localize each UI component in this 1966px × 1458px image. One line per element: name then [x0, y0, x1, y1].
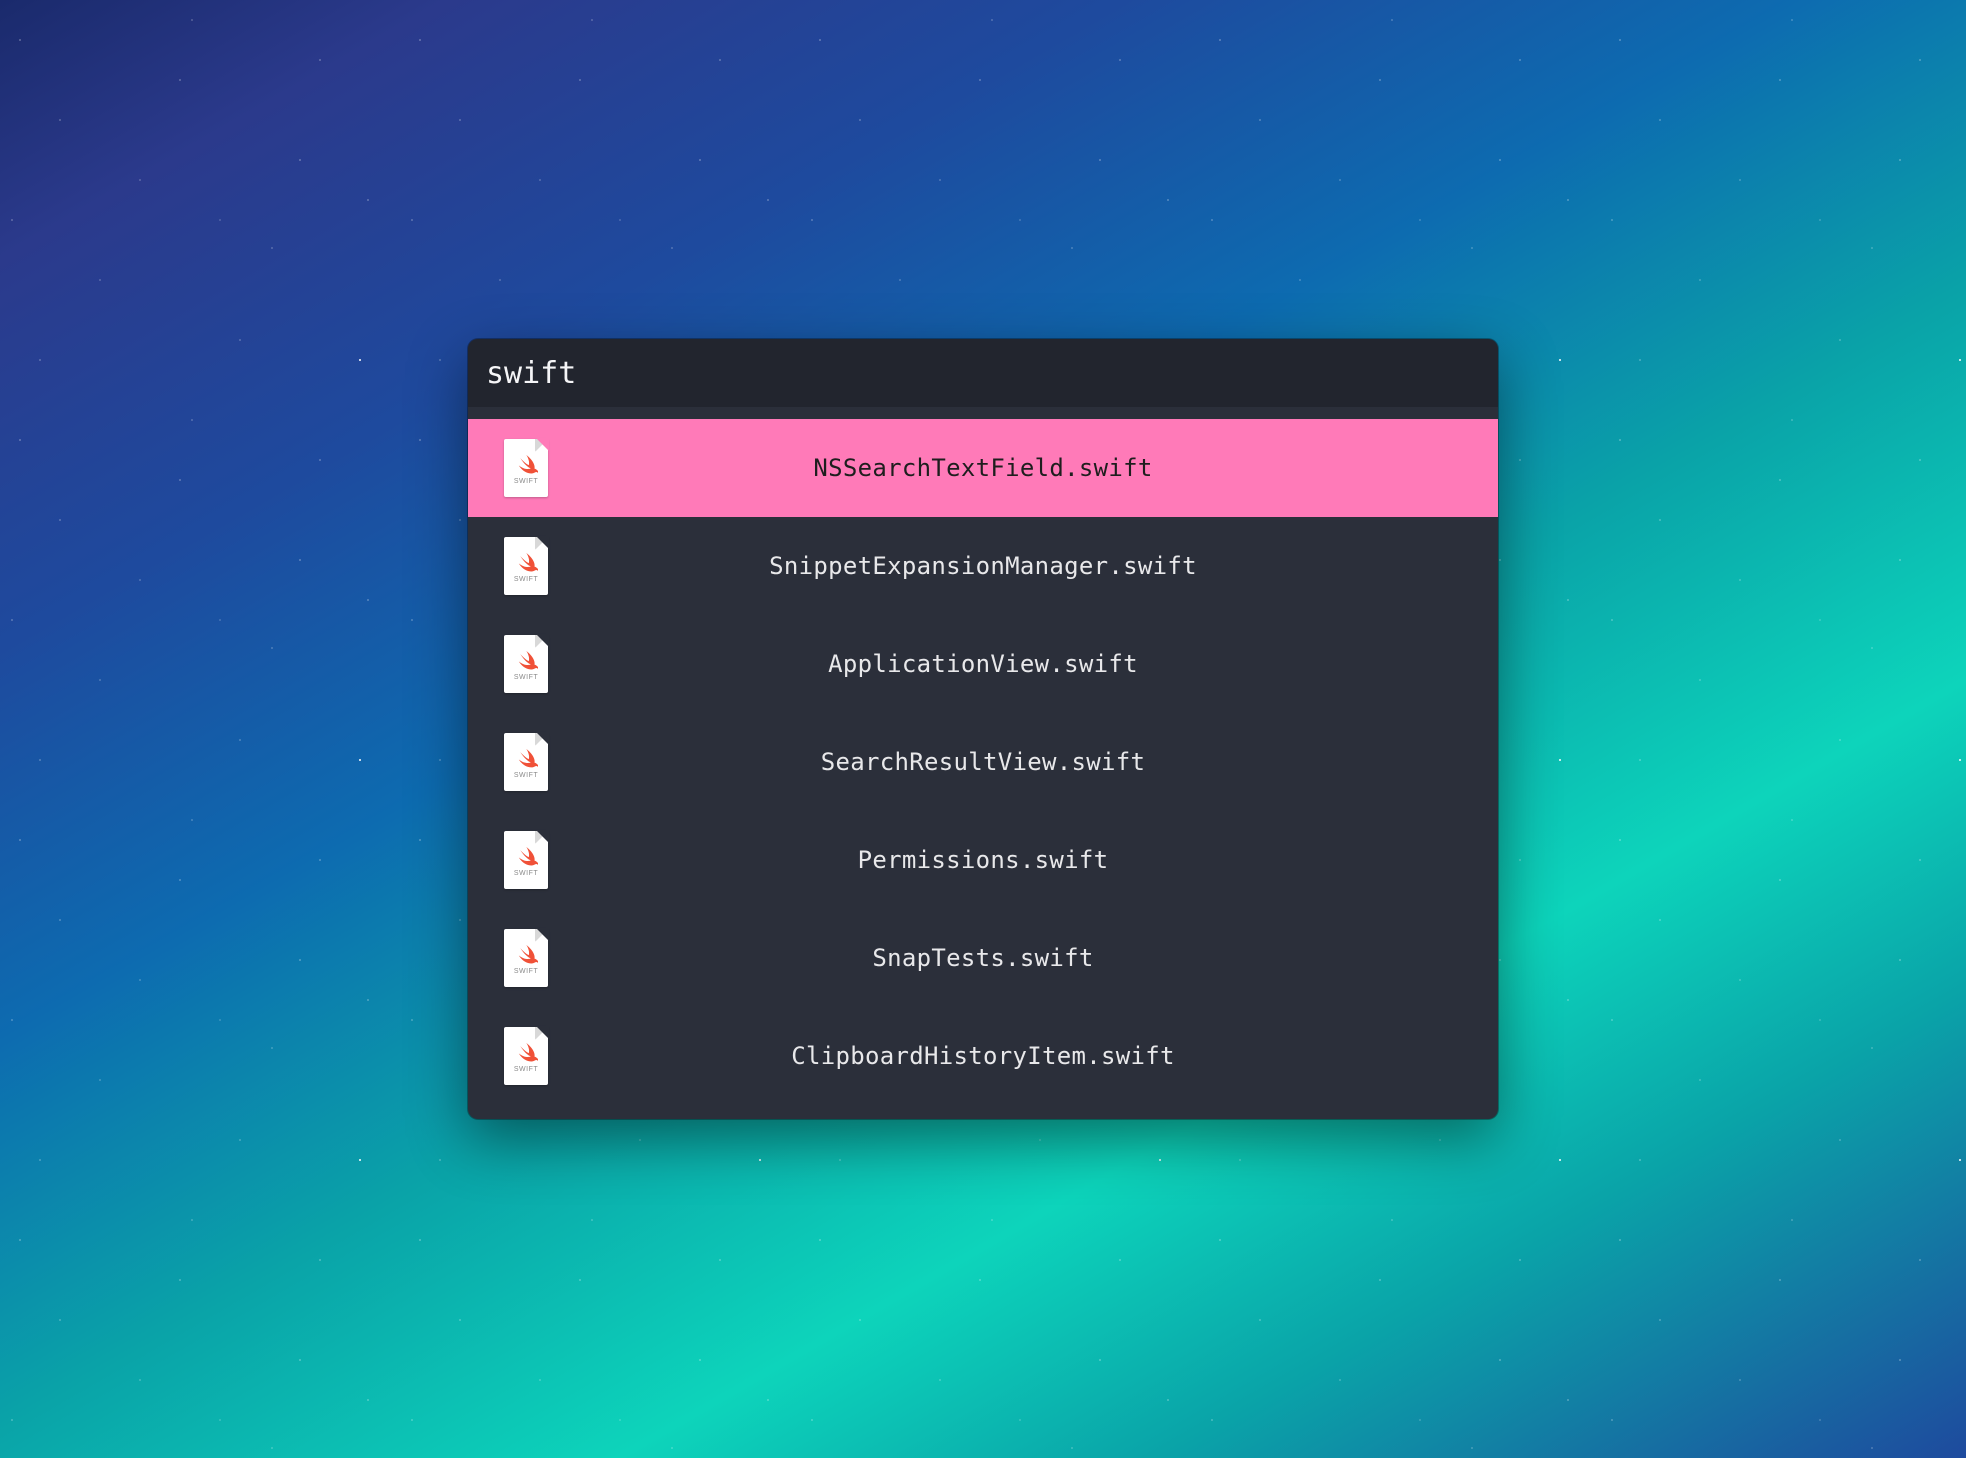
- result-row[interactable]: SWIFT SnapTests.swift: [468, 909, 1498, 1007]
- file-type-label: SWIFT: [514, 478, 538, 485]
- swift-file-icon: SWIFT: [504, 1027, 558, 1085]
- result-row[interactable]: SWIFT ClipboardHistoryItem.swift: [468, 1007, 1498, 1105]
- file-type-label: SWIFT: [514, 772, 538, 779]
- result-row[interactable]: SWIFT Permissions.swift: [468, 811, 1498, 909]
- swift-bird-icon: [514, 551, 538, 575]
- swift-file-icon: SWIFT: [504, 439, 558, 497]
- swift-bird-icon: [514, 1041, 538, 1065]
- search-input[interactable]: [486, 356, 1480, 391]
- search-bar: [468, 339, 1498, 407]
- file-type-label: SWIFT: [514, 870, 538, 877]
- file-type-label: SWIFT: [514, 576, 538, 583]
- result-filename: SnippetExpansionManager.swift: [558, 552, 1462, 580]
- swift-file-icon: SWIFT: [504, 733, 558, 791]
- swift-bird-icon: [514, 649, 538, 673]
- swift-file-icon: SWIFT: [504, 831, 558, 889]
- result-row[interactable]: SWIFT SearchResultView.swift: [468, 713, 1498, 811]
- file-type-label: SWIFT: [514, 968, 538, 975]
- file-type-label: SWIFT: [514, 1066, 538, 1073]
- swift-file-icon: SWIFT: [504, 635, 558, 693]
- swift-bird-icon: [514, 453, 538, 477]
- swift-file-icon: SWIFT: [504, 537, 558, 595]
- swift-file-icon: SWIFT: [504, 929, 558, 987]
- result-filename: NSSearchTextField.swift: [558, 454, 1462, 482]
- swift-bird-icon: [514, 943, 538, 967]
- result-filename: ApplicationView.swift: [558, 650, 1462, 678]
- quick-open-panel: SWIFT NSSearchTextField.swift SWIFT Snip…: [468, 339, 1498, 1119]
- file-type-label: SWIFT: [514, 674, 538, 681]
- result-filename: Permissions.swift: [558, 846, 1462, 874]
- result-filename: SearchResultView.swift: [558, 748, 1462, 776]
- result-row[interactable]: SWIFT ApplicationView.swift: [468, 615, 1498, 713]
- result-row[interactable]: SWIFT NSSearchTextField.swift: [468, 419, 1498, 517]
- result-filename: ClipboardHistoryItem.swift: [558, 1042, 1462, 1070]
- result-filename: SnapTests.swift: [558, 944, 1462, 972]
- swift-bird-icon: [514, 747, 538, 771]
- result-row[interactable]: SWIFT SnippetExpansionManager.swift: [468, 517, 1498, 615]
- swift-bird-icon: [514, 845, 538, 869]
- results-list[interactable]: SWIFT NSSearchTextField.swift SWIFT Snip…: [468, 407, 1498, 1119]
